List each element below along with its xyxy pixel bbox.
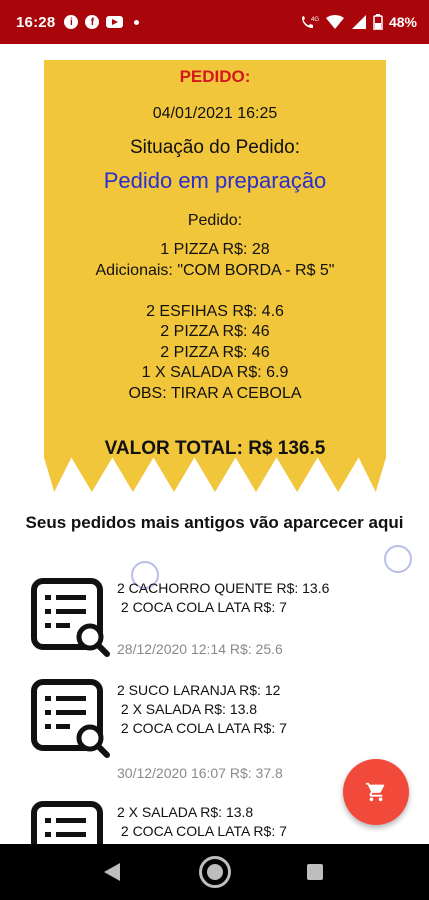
old-order-meta: 28/12/2020 12:14 R$: 25.6 xyxy=(117,641,283,657)
order-list-search-icon xyxy=(31,801,103,844)
order-status: Pedido em preparação xyxy=(103,168,327,193)
facebook-icon: f xyxy=(85,15,100,29)
touch-indicator xyxy=(384,545,412,573)
order-items-label: Pedido: xyxy=(187,212,243,229)
phone-4g-icon: 4G xyxy=(301,16,319,28)
old-order-lines: 2 SUCO LARANJA R$: 12 2 X SALADA R$: 13.… xyxy=(117,682,287,736)
order-line: 1 PIZZA R$: 28 xyxy=(160,241,270,258)
back-icon[interactable] xyxy=(104,863,120,881)
svg-text:4G: 4G xyxy=(311,17,319,23)
status-time: 16:28 xyxy=(16,13,56,31)
cart-button[interactable] xyxy=(343,759,409,825)
order-line: Adicionais: "COM BORDA - R$ 5" xyxy=(95,261,335,279)
order-total: VALOR TOTAL: R$ 136.5 xyxy=(104,438,326,459)
order-line: 2 PIZZA R$: 46 xyxy=(160,343,270,361)
home-icon[interactable] xyxy=(199,856,231,888)
old-order-item[interactable]: 2 CACHORRO QUENTE R$: 13.6 2 COCA COLA L… xyxy=(0,573,429,673)
notification-dot-icon xyxy=(134,19,140,25)
status-bar: 16:28 i f 4G 48% xyxy=(0,0,429,44)
order-line: 1 X SALADA R$: 6.9 xyxy=(141,364,289,381)
wifi-icon xyxy=(325,15,344,29)
old-order-lines: 2 X SALADA R$: 13.8 2 COCA COLA LATA R$:… xyxy=(117,804,287,839)
old-order-lines: 2 CACHORRO QUENTE R$: 13.6 2 COCA COLA L… xyxy=(117,580,330,615)
battery-percentage: 48% xyxy=(388,14,417,30)
order-list-search-icon xyxy=(31,578,110,657)
order-line: 2 PIZZA R$: 46 xyxy=(160,323,270,340)
cart-icon xyxy=(365,782,385,802)
recents-icon[interactable] xyxy=(307,864,323,880)
info-icon: i xyxy=(64,15,79,29)
order-line: 2 ESFIHAS R$: 4.6 xyxy=(146,302,284,320)
order-items-list: 1 PIZZA R$: 28 Adicionais: "COM BORDA - … xyxy=(44,240,386,404)
order-list-search-icon xyxy=(31,679,110,758)
order-situation-label: Situação do Pedido: xyxy=(129,137,301,158)
signal-icon xyxy=(351,15,366,29)
order-line: OBS: TIRAR A CEBOLA xyxy=(128,384,302,402)
battery-icon xyxy=(373,14,383,30)
receipt-datetime: 04/01/2021 16:25 xyxy=(152,105,278,122)
navigation-bar xyxy=(0,844,429,900)
status-system-icons: 4G 48% xyxy=(299,14,417,30)
old-order-meta: 30/12/2020 16:07 R$: 37.8 xyxy=(117,765,283,781)
youtube-icon xyxy=(106,16,124,28)
receipt-title: PEDIDO: xyxy=(179,67,251,86)
current-order-receipt: PEDIDO: 04/01/2021 16:25 Situação do Ped… xyxy=(44,60,386,492)
old-orders-heading: Seus pedidos mais antigos vão aparcecer … xyxy=(25,513,404,532)
order-line xyxy=(44,281,386,302)
status-notification-icons: i f xyxy=(64,15,140,29)
